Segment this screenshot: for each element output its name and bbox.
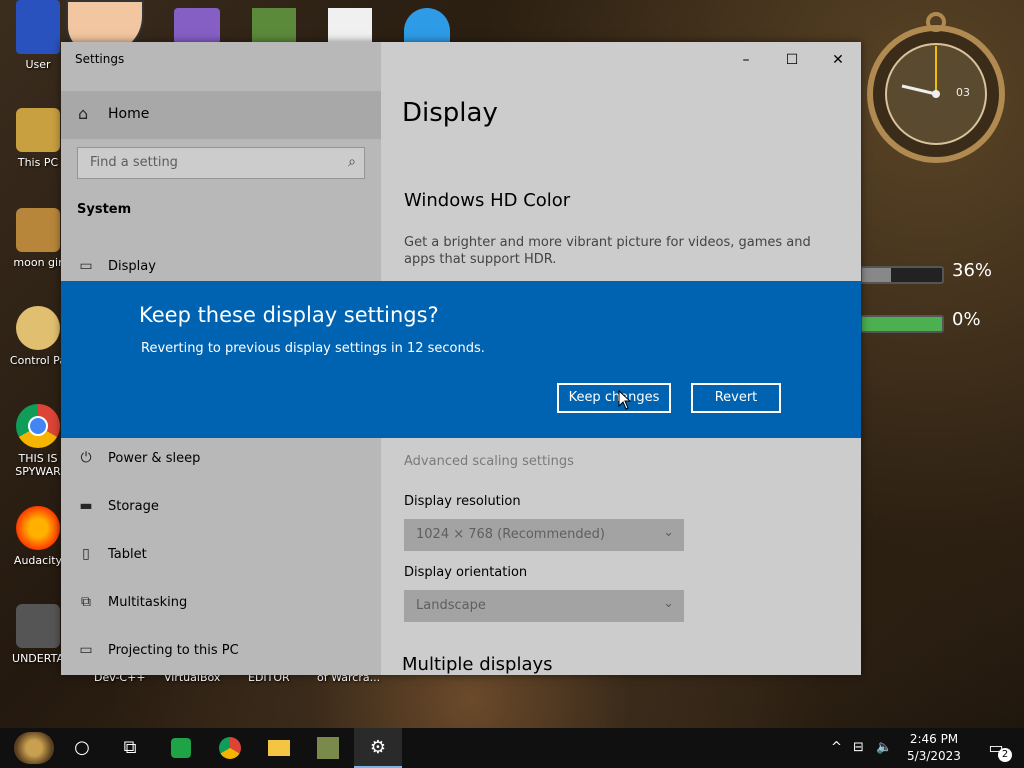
search-button[interactable]: ○ (58, 728, 106, 768)
unity-icon (16, 604, 60, 648)
dialog-message: Reverting to previous display settings i… (141, 341, 485, 356)
revert-button[interactable]: Revert (691, 383, 781, 413)
folder-icon (268, 740, 290, 756)
chrome-icon (16, 404, 60, 448)
meter-cpu-fill (862, 268, 891, 282)
chevron-up-icon[interactable]: ^ (831, 740, 842, 755)
gear-icon: ⚙ (369, 737, 387, 758)
keep-changes-button[interactable]: Keep changes (557, 383, 671, 413)
folder-icon (16, 208, 60, 252)
dialog-heading: Keep these display settings? (139, 303, 439, 327)
start-orb-icon (14, 732, 54, 764)
taskbar-app-settings[interactable]: ⚙ (354, 728, 402, 768)
taskbar-app-chrome[interactable] (206, 728, 254, 768)
notification-count: 2 (998, 748, 1012, 762)
meter-ram-fill (862, 317, 942, 331)
steampunk-clock-gadget[interactable]: 03 (866, 6, 1006, 166)
taskbar-app-file-explorer[interactable] (255, 728, 303, 768)
spreadsheet-icon (171, 738, 191, 758)
meter-ram-value: 0% (952, 309, 981, 330)
cortana-circle-icon: ○ (74, 737, 90, 758)
paint-icon[interactable] (404, 8, 450, 42)
mouse-cursor-icon (618, 390, 632, 410)
meter-cpu-value: 36% (952, 260, 993, 281)
computer-icon (16, 108, 60, 152)
volume-muted-icon[interactable]: 🔈 (876, 740, 892, 755)
taskbar-app-spreadsheet[interactable] (157, 728, 205, 768)
network-icon[interactable]: ⊟ (853, 740, 864, 755)
minecraft-icon[interactable] (252, 8, 296, 42)
meter-ram: 0% (860, 309, 1010, 335)
lightbulb-icon (16, 306, 60, 350)
chrome-icon (219, 737, 241, 759)
clock-time: 2:46 PM (909, 732, 959, 746)
taskbar-app-game[interactable] (304, 728, 352, 768)
game-icon (317, 737, 339, 759)
meter-cpu-track (860, 266, 944, 284)
task-view-icon: ⧉ (123, 737, 137, 758)
keep-settings-dialog: Keep these display settings? Reverting t… (61, 281, 861, 438)
notifications-button[interactable]: ▭ 2 (972, 728, 1020, 768)
visual-studio-icon[interactable] (174, 8, 220, 44)
start-button[interactable] (10, 728, 58, 768)
user-icon (16, 0, 60, 54)
audacity-icon (16, 506, 60, 550)
clock[interactable]: 2:46 PM 5/3/2023 (902, 731, 966, 765)
clock-date: 5/3/2023 (907, 749, 961, 763)
clock-digits: 03 (956, 86, 970, 99)
swf-icon[interactable] (328, 8, 372, 42)
meter-ram-track (860, 315, 944, 333)
taskbar: ○ ⧉ ⚙ ^ ⊟ 🔈 2:46 PM 5/3/2023 ▭ 2 (0, 728, 1024, 768)
task-view-button[interactable]: ⧉ (106, 728, 154, 768)
meter-cpu: 36% (860, 260, 1010, 286)
